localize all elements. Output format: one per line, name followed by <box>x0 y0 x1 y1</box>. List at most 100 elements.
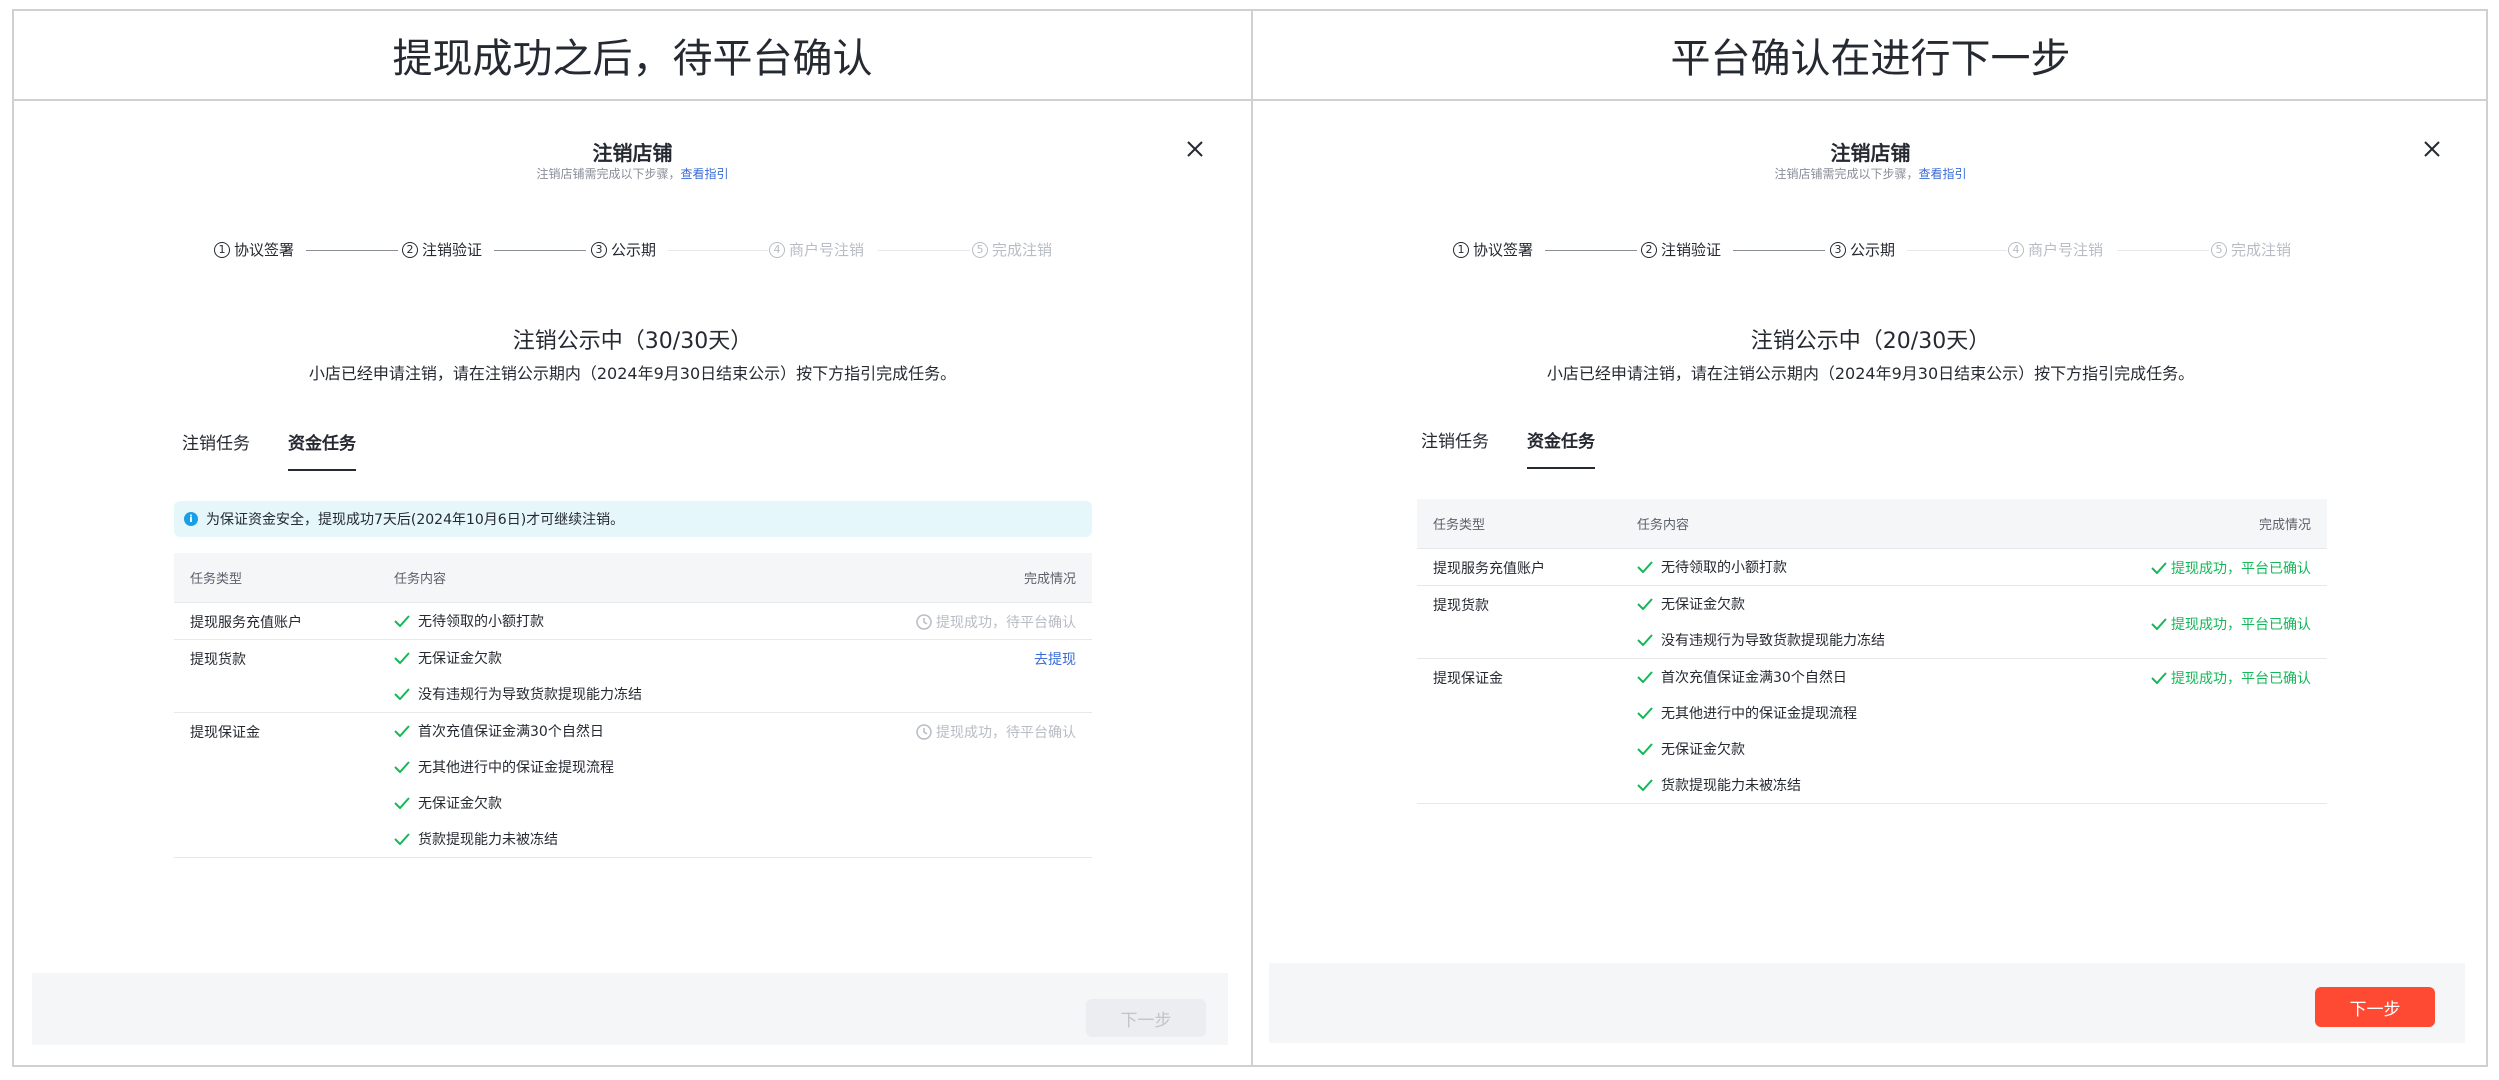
close-icon <box>1187 141 1203 157</box>
task-status: 去提现 <box>852 640 1092 712</box>
header-task-content: 任务内容 <box>1637 518 1690 533</box>
task-type: 提现货款 <box>1433 598 1489 614</box>
step-progress: 1 协议签署 2 注销验证 3 公示期 4 商户号注销 5 完成注销 <box>1253 239 2488 263</box>
check-icon <box>1637 598 1653 610</box>
status-done: 提现成功，平台已确认 <box>2151 614 2311 634</box>
task-item: 首次充值保证金满30个自然日 <box>1637 659 2087 695</box>
check-icon <box>1637 671 1653 683</box>
guide-link[interactable]: 查看指引 <box>1919 167 1967 181</box>
task-item-text: 无保证金欠款 <box>418 651 502 667</box>
task-item-text: 货款提现能力未被冻结 <box>1661 778 1801 794</box>
task-status: 提现成功，平台已确认 <box>2087 586 2327 658</box>
status-text: 提现成功，待平台确认 <box>936 615 1076 631</box>
task-item-text: 无保证金欠款 <box>1661 597 1745 613</box>
next-step-button[interactable]: 下一步 <box>2315 987 2435 1027</box>
task-item-text: 无其他进行中的保证金提现流程 <box>1661 706 1857 722</box>
tab-cancel-tasks[interactable]: 注销任务 <box>182 429 250 471</box>
modal-subtitle-text: 注销店铺需完成以下步骤， <box>536 167 681 181</box>
tab-fund-tasks[interactable]: 资金任务 <box>288 429 356 471</box>
tab-cancel-tasks[interactable]: 注销任务 <box>1421 427 1489 469</box>
task-item-text: 没有违规行为导致货款提现能力冻结 <box>1661 633 1885 649</box>
step-label: 协议签署 <box>234 241 295 259</box>
task-item: 没有违规行为导致货款提现能力冻结 <box>1637 622 2087 658</box>
status-done: 提现成功，平台已确认 <box>2151 558 2311 578</box>
status-description: 小店已经申请注销，请在注销公示期内（2024年9月30日结束公示）按下方指引完成… <box>1546 364 2195 383</box>
step-label: 商户号注销 <box>2028 241 2104 259</box>
withdraw-link[interactable]: 去提现 <box>1034 652 1076 668</box>
step-label: 注销验证 <box>422 241 483 259</box>
check-icon <box>394 797 410 809</box>
step-connector <box>1907 250 2007 251</box>
modal-subtitle-text: 注销店铺需完成以下步骤， <box>1774 167 1919 181</box>
step-number: 2 <box>1641 241 1657 258</box>
next-step-button[interactable]: 下一步 <box>1086 999 1206 1037</box>
status-done: 提现成功，平台已确认 <box>2151 668 2311 688</box>
panel-header-right: 平台确认在进行下一步 <box>1670 36 2071 82</box>
step-number: 3 <box>591 241 607 258</box>
header-completion: 完成情况 <box>1023 572 1076 587</box>
step-5: 5 完成注销 <box>972 239 1052 260</box>
task-item: 无保证金欠款 <box>394 785 852 821</box>
step-3: 3 公示期 <box>591 239 656 260</box>
check-icon <box>1637 634 1653 646</box>
task-item: 货款提现能力未被冻结 <box>1637 767 2087 803</box>
modal-footer: 下一步 <box>32 973 1228 1045</box>
tab-fund-tasks[interactable]: 资金任务 <box>1527 427 1595 469</box>
table-header: 任务类型 任务内容 完成情况 <box>1417 499 2327 549</box>
task-item: 无待领取的小额打款 <box>394 603 852 639</box>
task-content: 无待领取的小额打款 <box>394 603 852 639</box>
task-item: 没有违规行为导致货款提现能力冻结 <box>394 676 852 712</box>
task-item: 无保证金欠款 <box>394 640 852 676</box>
step-number: 1 <box>214 241 230 258</box>
table-row: 提现服务充值账户 无待领取的小额打款 提现成功，待平台确认 <box>174 603 1092 640</box>
task-type: 提现保证金 <box>1433 671 1503 687</box>
step-connector <box>878 250 970 251</box>
check-icon <box>2151 618 2167 630</box>
check-icon <box>394 615 410 627</box>
check-icon <box>394 833 410 845</box>
table-row: 提现服务充值账户 无待领取的小额打款 提现成功，平台已确认 <box>1417 549 2327 586</box>
task-item-text: 没有违规行为导致货款提现能力冻结 <box>418 687 642 703</box>
step-label: 公示期 <box>1850 241 1896 259</box>
step-label: 完成注销 <box>992 241 1053 259</box>
task-table: 任务类型 任务内容 完成情况 提现服务充值账户 无待领取的小额打款 提现成功，待… <box>174 553 1092 858</box>
close-button[interactable] <box>2418 135 2446 163</box>
table-row: 提现保证金 首次充值保证金满30个自然日 无其他进行中的保证金提现流程 无保证金… <box>174 713 1092 858</box>
table-row: 提现货款 无保证金欠款 没有违规行为导致货款提现能力冻结 提现成功，平台已确认 <box>1417 586 2327 659</box>
task-status: 提现成功，待平台确认 <box>852 603 1092 639</box>
header-completion: 完成情况 <box>2258 518 2311 533</box>
check-icon <box>1637 743 1653 755</box>
step-5: 5 完成注销 <box>2211 239 2291 260</box>
task-item: 首次充值保证金满30个自然日 <box>394 713 852 749</box>
step-1: 1 协议签署 <box>1453 239 1533 260</box>
modal-right: 注销店铺 注销店铺需完成以下步骤，查看指引 1 协议签署 2 注销验证 3 公示期 4… <box>1253 101 2488 1067</box>
modal-footer: 下一步 <box>1269 963 2465 1043</box>
guide-link[interactable]: 查看指引 <box>681 167 729 181</box>
status-text: 提现成功，待平台确认 <box>936 725 1076 741</box>
modal-title: 注销店铺 <box>1830 141 1911 165</box>
modal-subtitle: 注销店铺需完成以下步骤，查看指引 <box>14 165 1251 182</box>
check-icon <box>394 652 410 664</box>
status-title: 注销公示中（20/30天） <box>1750 329 1991 354</box>
task-content: 无待领取的小额打款 <box>1637 549 2087 585</box>
task-item-text: 无待领取的小额打款 <box>418 614 544 630</box>
check-icon <box>2151 672 2167 684</box>
task-content: 无保证金欠款 没有违规行为导致货款提现能力冻结 <box>394 640 852 712</box>
check-icon <box>1637 779 1653 791</box>
check-icon <box>394 725 410 737</box>
task-item: 无待领取的小额打款 <box>1637 549 2087 585</box>
task-item-text: 无待领取的小额打款 <box>1661 560 1787 576</box>
task-status: 提现成功，待平台确认 <box>852 713 1092 857</box>
step-number: 3 <box>1830 241 1846 258</box>
step-connector <box>1545 250 1637 251</box>
step-4: 4 商户号注销 <box>769 239 864 260</box>
header-task-type: 任务类型 <box>190 572 243 587</box>
step-connector <box>1733 250 1825 251</box>
notice-banner: i 为保证资金安全，提现成功7天后(2024年10月6日)才可继续注销。 <box>174 501 1092 537</box>
task-tabs: 注销任务 资金任务 <box>1421 427 1595 469</box>
step-2: 2 注销验证 <box>402 239 482 260</box>
close-button[interactable] <box>1181 135 1209 163</box>
task-content: 首次充值保证金满30个自然日 无其他进行中的保证金提现流程 无保证金欠款 货款提… <box>394 713 852 857</box>
status-description: 小店已经申请注销，请在注销公示期内（2024年9月30日结束公示）按下方指引完成… <box>308 364 957 383</box>
clock-icon <box>916 724 932 740</box>
